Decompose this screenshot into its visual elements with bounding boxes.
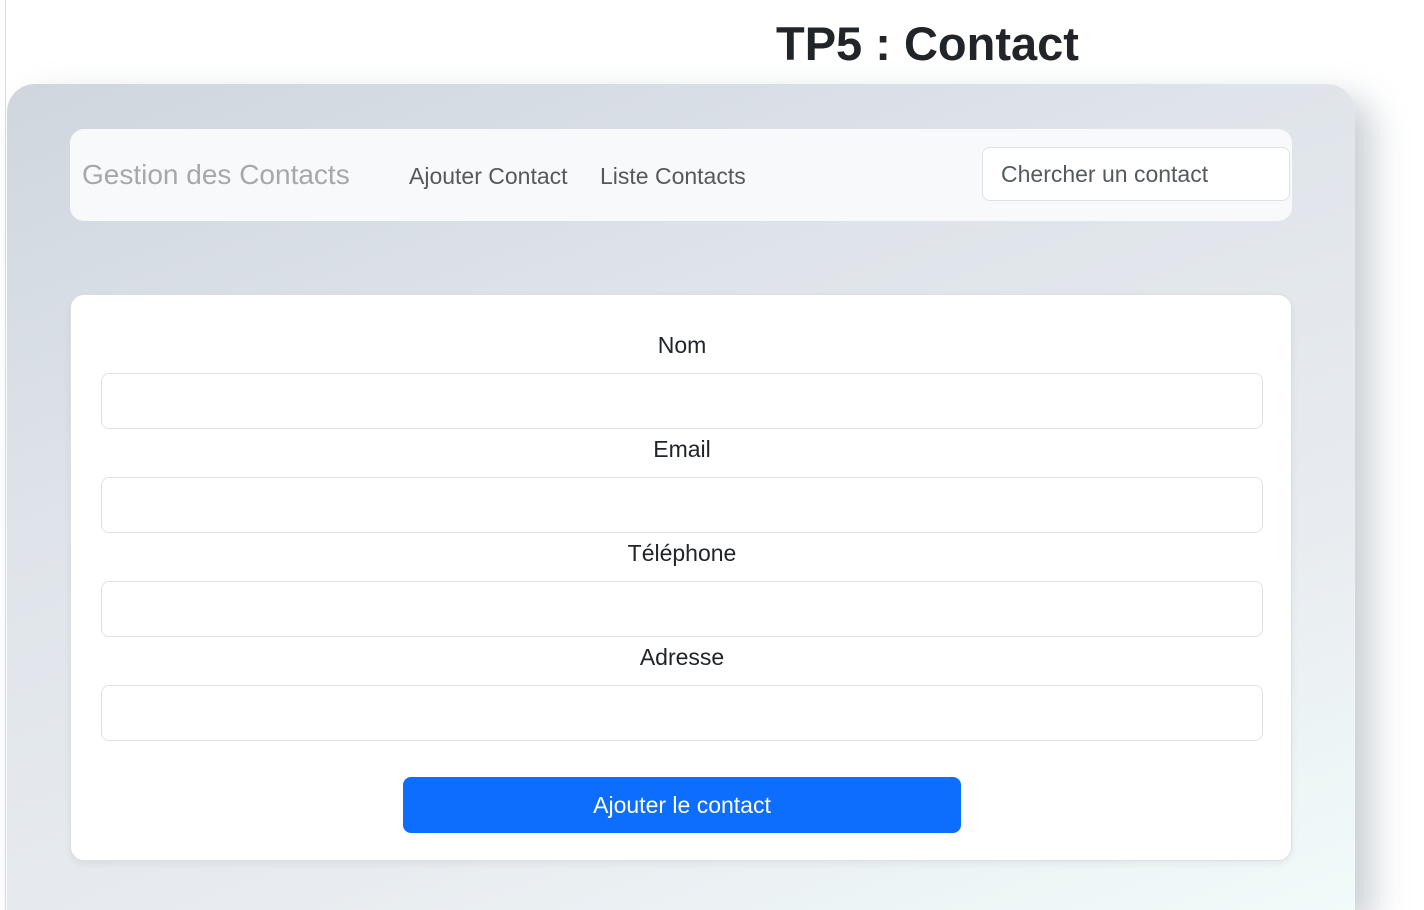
nav-link-list-contacts[interactable]: Liste Contacts: [600, 160, 746, 192]
nom-label: Nom: [657, 332, 707, 358]
nav-link-add-contact[interactable]: Ajouter Contact: [409, 160, 568, 192]
navbar-brand[interactable]: Gestion des Contacts: [82, 157, 350, 193]
page-title: TP5 : Contact: [776, 17, 1079, 70]
main-panel: Gestion des Contacts Ajouter Contact Lis…: [7, 84, 1355, 910]
adresse-label: Adresse: [639, 644, 725, 670]
navbar: Gestion des Contacts Ajouter Contact Lis…: [70, 129, 1292, 221]
page-left-border: [5, 0, 6, 910]
telephone-field[interactable]: [101, 581, 1263, 637]
nom-field[interactable]: [101, 373, 1263, 429]
telephone-label: Téléphone: [627, 540, 737, 566]
email-label: Email: [653, 436, 711, 462]
contact-form: Nom Email Téléphone Adresse Ajouter le c…: [70, 294, 1292, 861]
email-field[interactable]: [101, 477, 1263, 533]
add-contact-button[interactable]: Ajouter le contact: [403, 777, 961, 833]
search-input[interactable]: [982, 147, 1290, 201]
adresse-field[interactable]: [101, 685, 1263, 741]
